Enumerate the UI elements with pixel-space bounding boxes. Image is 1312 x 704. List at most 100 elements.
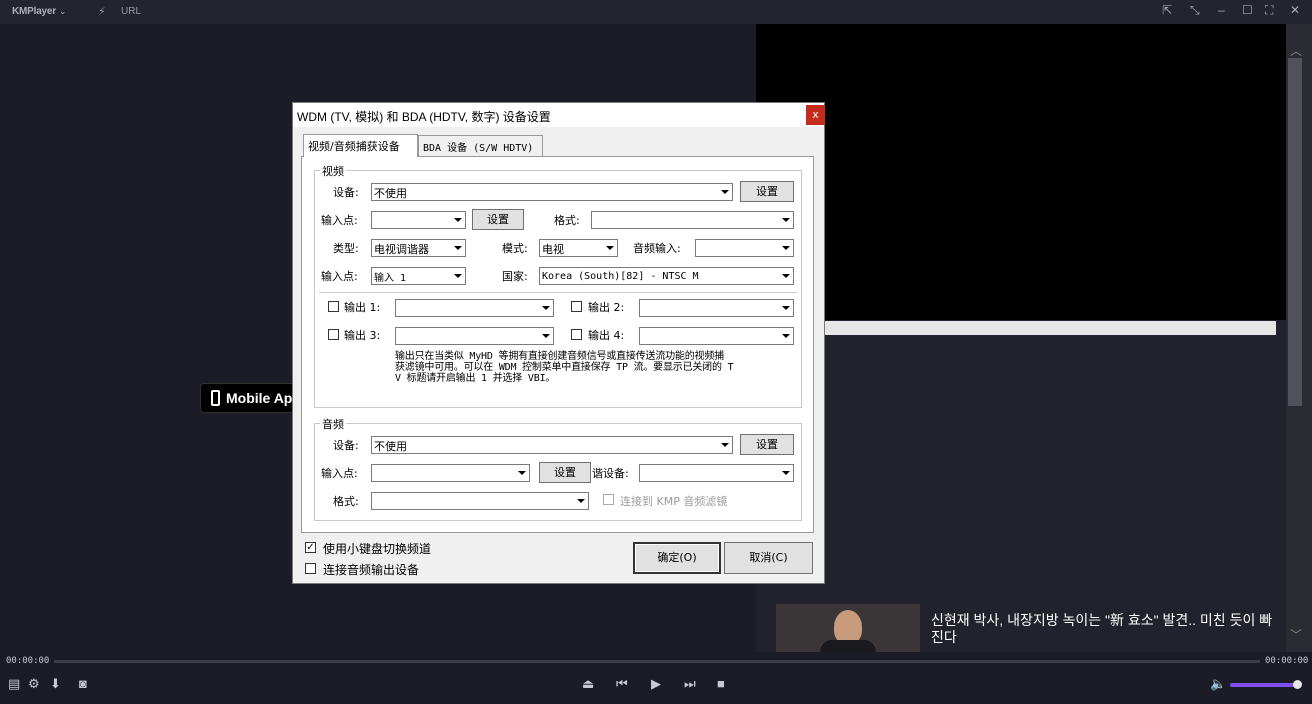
- audio-device-label: 设备:: [333, 439, 359, 452]
- app-name: KMPlayer: [12, 6, 56, 17]
- video-input-select[interactable]: [371, 211, 466, 229]
- video-mode-select[interactable]: 电视: [539, 239, 618, 257]
- lightning-icon[interactable]: ⚡: [98, 5, 106, 18]
- video-device-select[interactable]: 不使用: [371, 183, 733, 201]
- video-group-label: 视频: [320, 163, 346, 179]
- audio-input-point-select[interactable]: [371, 464, 530, 482]
- output-4-label: 输出 4:: [588, 329, 625, 342]
- total-time: 00:00:00: [1265, 656, 1309, 666]
- video-input2-select[interactable]: 输入 1: [371, 267, 466, 285]
- audio-device-select[interactable]: 不使用: [371, 436, 733, 454]
- output-1-select[interactable]: [395, 299, 554, 317]
- chevron-down-icon: [450, 268, 465, 284]
- mini-mode-icon[interactable]: ⤡: [1190, 3, 1200, 18]
- divider: [319, 292, 797, 293]
- connect-audio-out-checkbox[interactable]: [305, 563, 316, 574]
- capture-icon[interactable]: ⬇: [50, 676, 61, 692]
- output-1-checkbox[interactable]: [328, 301, 339, 312]
- video-device-label: 设备:: [333, 186, 359, 199]
- dialog-close-button[interactable]: x: [806, 105, 825, 125]
- audio-input-point-label: 输入点:: [321, 467, 358, 480]
- title-bar: KMPlayer ⌄ ⚡ URL ⇱ ⤡ ‒ ☐ ⛶ ✕: [0, 0, 1312, 24]
- tuner-device-select[interactable]: [639, 464, 794, 482]
- video-input-settings-button[interactable]: 设置: [472, 209, 524, 230]
- phone-icon: [211, 390, 220, 406]
- url-button[interactable]: URL: [121, 6, 141, 17]
- next-icon[interactable]: ⏭: [684, 676, 696, 692]
- news-headline[interactable]: 신현재 박사, 내장지방 녹이는 "新 효소" 발견.. 미친 듯이 빠진다: [931, 612, 1276, 646]
- playlist-icon[interactable]: ▤: [8, 676, 20, 692]
- pin-icon[interactable]: ⇱: [1162, 3, 1172, 17]
- video-mode-label: 模式:: [502, 242, 528, 255]
- previous-icon[interactable]: ⏮: [616, 676, 628, 692]
- video-device-settings-button[interactable]: 设置: [740, 181, 794, 202]
- minimize-icon[interactable]: ‒: [1218, 3, 1225, 17]
- use-keypad-checkbox[interactable]: ✓: [305, 542, 316, 553]
- volume-slider[interactable]: [1230, 683, 1298, 687]
- device-settings-dialog: WDM (TV, 模拟) 和 BDA (HDTV, 数字) 设备设置 x 视频/…: [292, 102, 825, 584]
- audio-group: 音频 设备: 不使用 设置 输入点: 设置 谐设备: 格式: 连接到 KMP 音…: [314, 416, 802, 521]
- vr-icon[interactable]: ◙: [79, 676, 87, 691]
- video-group: 视频 设备: 不使用 设置 输入点: 设置 格式: 类型: 电视调谐器 模式: …: [314, 163, 802, 408]
- tuner-device-label: 谐设备:: [592, 467, 629, 480]
- video-format-select[interactable]: [591, 211, 794, 229]
- scroll-down-icon[interactable]: ﹀: [1290, 626, 1302, 643]
- chevron-down-icon: [778, 212, 793, 228]
- video-type-label: 类型:: [333, 242, 359, 255]
- connect-kmp-audio-label: 连接到 KMP 音频滤镜: [620, 495, 728, 508]
- output-4-checkbox[interactable]: [571, 329, 582, 340]
- cancel-button[interactable]: 取消(C): [724, 542, 813, 574]
- country-select[interactable]: Korea (South)[82] - NTSC M: [539, 267, 794, 285]
- output-3-select[interactable]: [395, 327, 554, 345]
- output-2-select[interactable]: [639, 299, 794, 317]
- volume-icon[interactable]: 🔈: [1210, 676, 1226, 692]
- chevron-down-icon: [602, 240, 617, 256]
- close-icon[interactable]: ✕: [1290, 3, 1300, 17]
- output-2-checkbox[interactable]: [571, 301, 582, 312]
- connect-kmp-audio-checkbox[interactable]: [603, 494, 614, 505]
- country-label: 国家:: [502, 270, 528, 283]
- chevron-down-icon: [538, 300, 553, 316]
- mobile-app-label: Mobile App: [226, 390, 301, 406]
- video-format-label: 格式:: [554, 214, 580, 227]
- settings-gear-icon[interactable]: ⚙: [28, 676, 40, 692]
- output-4-select[interactable]: [639, 327, 794, 345]
- app-menu-button[interactable]: KMPlayer ⌄: [12, 6, 67, 17]
- chevron-down-icon: [717, 184, 732, 200]
- audio-group-label: 音频: [320, 416, 346, 432]
- stop-icon[interactable]: ■: [717, 676, 725, 691]
- chevron-down-icon: [573, 493, 588, 509]
- chevron-down-icon: [717, 437, 732, 453]
- video-type-select[interactable]: 电视调谐器: [371, 239, 466, 257]
- seek-track[interactable]: [54, 660, 1260, 663]
- tab-capture-devices[interactable]: 视频/音频捕获设备: [303, 134, 418, 157]
- output-3-label: 输出 3:: [344, 329, 381, 342]
- audio-input-settings-button[interactable]: 设置: [539, 462, 591, 483]
- tab-bda-devices[interactable]: BDA 设备 (S/W HDTV): [418, 135, 543, 157]
- chevron-down-icon: [778, 300, 793, 316]
- output-2-label: 输出 2:: [588, 301, 625, 314]
- ad-banner-strip: [770, 321, 1276, 335]
- use-keypad-label: 使用小键盘切换频道: [323, 542, 432, 556]
- scrollbar-thumb[interactable]: [1288, 58, 1302, 406]
- maximize-icon[interactable]: ☐: [1242, 3, 1253, 17]
- fullscreen-icon[interactable]: ⛶: [1265, 3, 1273, 18]
- video-input-label: 输入点:: [321, 214, 358, 227]
- play-icon[interactable]: ▶: [651, 676, 661, 692]
- scroll-up-icon[interactable]: ︿: [1290, 42, 1302, 59]
- chevron-down-icon: [778, 268, 793, 284]
- audio-input-select[interactable]: [695, 239, 794, 257]
- chevron-down-icon: ⌄: [58, 6, 67, 16]
- audio-format-select[interactable]: [371, 492, 589, 510]
- news-thumbnail[interactable]: [776, 604, 920, 652]
- ok-button[interactable]: 确定(O): [633, 542, 721, 574]
- ad-video-area[interactable]: [756, 24, 1286, 320]
- audio-device-settings-button[interactable]: 设置: [740, 434, 794, 455]
- dialog-title: WDM (TV, 模拟) 和 BDA (HDTV, 数字) 设备设置: [293, 103, 824, 127]
- eject-icon[interactable]: ⏏: [582, 676, 594, 692]
- thumbnail-person: [834, 610, 862, 644]
- chevron-down-icon: [450, 240, 465, 256]
- volume-knob[interactable]: [1293, 680, 1302, 689]
- video-input2-label: 输入点:: [321, 270, 358, 283]
- output-3-checkbox[interactable]: [328, 329, 339, 340]
